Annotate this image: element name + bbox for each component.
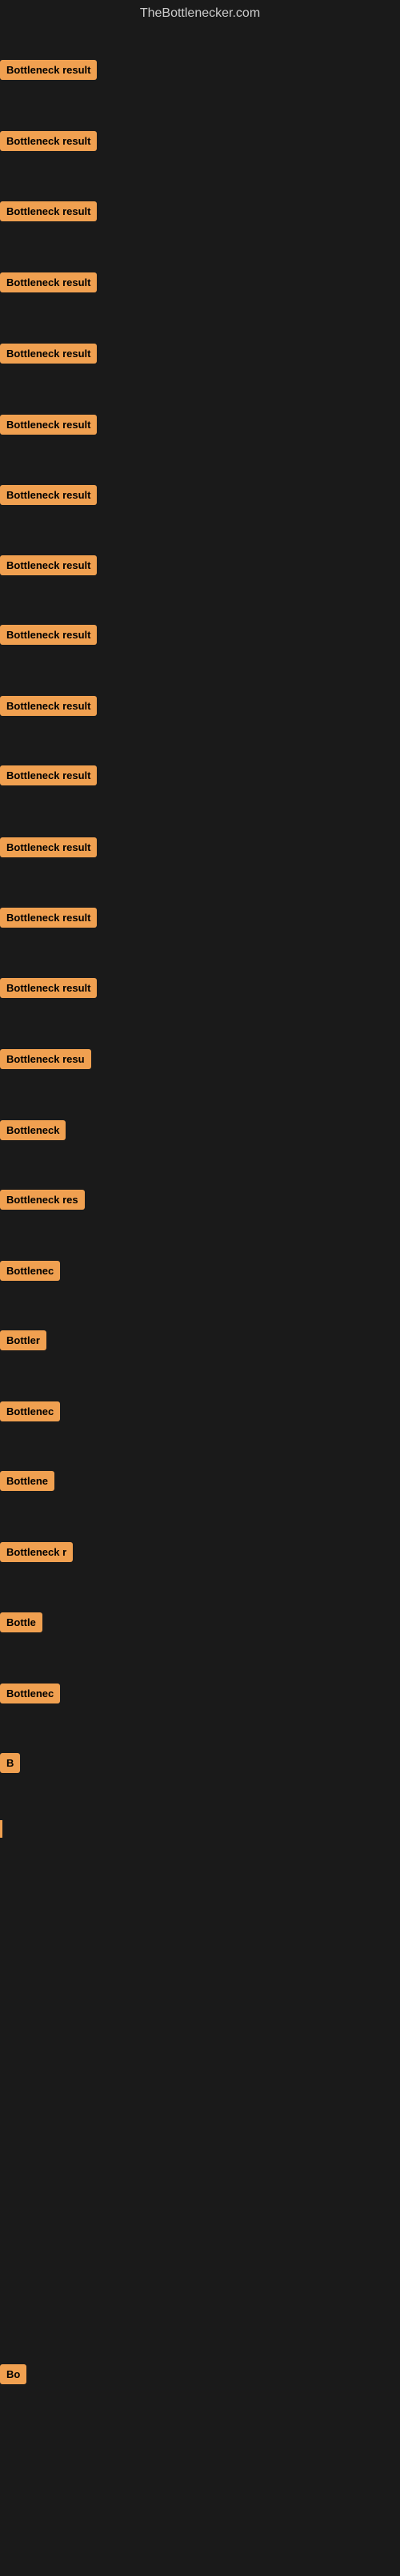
bottleneck-item: Bottleneck result: [0, 833, 97, 865]
bottleneck-item: Bottleneck result: [0, 692, 97, 724]
bottleneck-badge[interactable]: Bottleneck result: [0, 344, 97, 364]
bottleneck-item: Bottlenec: [0, 1257, 60, 1289]
bottleneck-badge[interactable]: Bottleneck result: [0, 60, 97, 80]
bottleneck-item: Bottleneck result: [0, 551, 97, 583]
bottleneck-item: Bottleneck res: [0, 1186, 85, 1218]
bottleneck-item: Bottleneck: [0, 1116, 66, 1148]
bottleneck-item: Bottlenec: [0, 1397, 60, 1429]
bottleneck-item: Bottlene: [0, 1467, 54, 1499]
bottleneck-badge[interactable]: Bottler: [0, 1330, 46, 1350]
bottleneck-badge[interactable]: Bottleneck: [0, 1120, 66, 1140]
bottleneck-badge[interactable]: Bottleneck result: [0, 765, 97, 785]
bottleneck-item: Bottleneck result: [0, 268, 97, 300]
bottleneck-badge[interactable]: B: [0, 1753, 20, 1773]
bottleneck-item: Bottlenec: [0, 1680, 60, 1711]
bottleneck-badge[interactable]: Bottleneck result: [0, 837, 97, 857]
bottleneck-item: Bottleneck result: [0, 621, 97, 653]
bottleneck-badge[interactable]: Bottleneck result: [0, 625, 97, 645]
bottleneck-item: Bottleneck result: [0, 904, 97, 936]
bottleneck-item: Bottleneck result: [0, 481, 97, 513]
bottleneck-badge[interactable]: Bottleneck result: [0, 908, 97, 928]
bottleneck-badge[interactable]: Bo: [0, 2364, 26, 2384]
bottleneck-item: Bottleneck result: [0, 411, 97, 443]
bottleneck-badge[interactable]: Bottleneck result: [0, 415, 97, 435]
bottleneck-item: Bottleneck result: [0, 761, 97, 793]
bottleneck-item: Bottleneck result: [0, 974, 97, 1006]
bottleneck-badge[interactable]: Bottleneck result: [0, 272, 97, 292]
bottleneck-badge[interactable]: Bottleneck result: [0, 201, 97, 221]
bottleneck-item: Bo: [0, 2360, 26, 2392]
bottleneck-item: Bottler: [0, 1326, 46, 1358]
bottleneck-badge[interactable]: Bottleneck res: [0, 1190, 85, 1210]
bottleneck-badge[interactable]: Bottle: [0, 1612, 42, 1632]
bottleneck-badge[interactable]: Bottlenec: [0, 1261, 60, 1281]
bottleneck-badge[interactable]: Bottleneck result: [0, 485, 97, 505]
bottleneck-item: Bottleneck resu: [0, 1045, 91, 1077]
bottleneck-item: Bottleneck r: [0, 1538, 73, 1570]
bottleneck-badge[interactable]: Bottleneck result: [0, 131, 97, 151]
bottleneck-badge[interactable]: Bottleneck result: [0, 978, 97, 998]
bottleneck-badge[interactable]: Bottleneck resu: [0, 1049, 91, 1069]
bottleneck-badge[interactable]: Bottlene: [0, 1471, 54, 1491]
bottleneck-item: Bottleneck result: [0, 197, 97, 229]
items-container: Bottleneck result Bottleneck result Bottle…: [0, 27, 400, 2576]
bottleneck-item: Bottleneck result: [0, 127, 97, 159]
bottleneck-item: B: [0, 1749, 20, 1781]
bottleneck-item: Bottle: [0, 1608, 42, 1640]
bottleneck-item: Bottleneck result: [0, 340, 97, 372]
bottleneck-badge[interactable]: Bottleneck result: [0, 696, 97, 716]
page-wrapper: TheBottlenecker.com Bottleneck resultBot…: [0, 0, 400, 2576]
bottleneck-badge[interactable]: Bottlenec: [0, 1684, 60, 1703]
bottleneck-item-minimal: [0, 1820, 2, 1838]
site-title: TheBottlenecker.com: [0, 0, 400, 27]
bottleneck-item: Bottleneck result: [0, 56, 97, 88]
bottleneck-badge[interactable]: Bottleneck result: [0, 555, 97, 575]
bottleneck-badge[interactable]: Bottlenec: [0, 1401, 60, 1421]
bottleneck-badge[interactable]: Bottleneck r: [0, 1542, 73, 1562]
